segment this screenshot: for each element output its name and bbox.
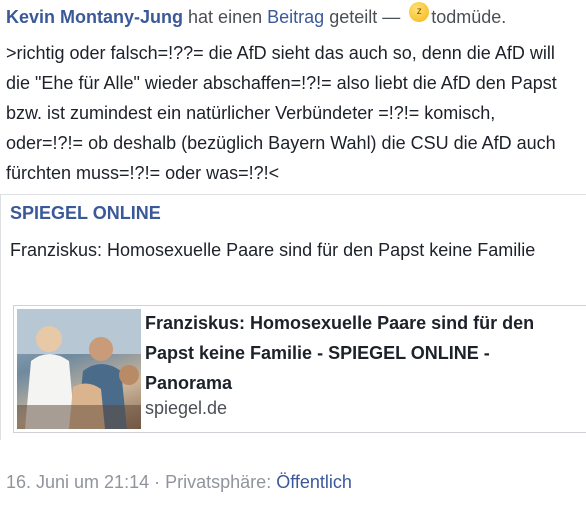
privacy-label: Privatsphäre:	[165, 472, 272, 492]
sleepy-emoji-icon: z	[409, 2, 430, 23]
link-preview[interactable]: Franziskus: Homosexuelle Paare sind für …	[13, 305, 586, 433]
author-name[interactable]: Kevin Montany-Jung	[6, 7, 183, 27]
thumbnail-image	[17, 309, 141, 429]
footer-separator: ·	[154, 472, 161, 492]
post-link[interactable]: Beitrag	[267, 7, 324, 27]
post-footer: 16. Juni um 21:14 · Privatsphäre: Öffent…	[6, 472, 352, 493]
feeling-text: todmüde.	[431, 7, 507, 27]
shared-headline: Franziskus: Homosexuelle Paare sind für …	[10, 240, 536, 260]
shared-source[interactable]: SPIEGEL ONLINE	[10, 203, 161, 224]
shared-card[interactable]: SPIEGEL ONLINE Franziskus: Homosexuelle …	[0, 194, 586, 440]
shared-post: Kevin Montany-Jung hat einen Beitrag get…	[0, 0, 586, 509]
action-prefix: hat einen	[188, 7, 263, 27]
action-suffix: geteilt —	[329, 7, 401, 27]
privacy-value[interactable]: Öffentlich	[276, 472, 352, 492]
timestamp[interactable]: 16. Juni um 21:14	[6, 472, 149, 492]
post-text: >richtig oder falsch=!??= die AfD sieht …	[6, 43, 557, 183]
preview-thumbnail[interactable]	[17, 309, 141, 429]
post-header: Kevin Montany-Jung hat einen Beitrag get…	[6, 2, 507, 30]
preview-title[interactable]: Franziskus: Homosexuelle Paare sind für …	[145, 308, 575, 398]
preview-domain: spiegel.de	[145, 398, 228, 418]
